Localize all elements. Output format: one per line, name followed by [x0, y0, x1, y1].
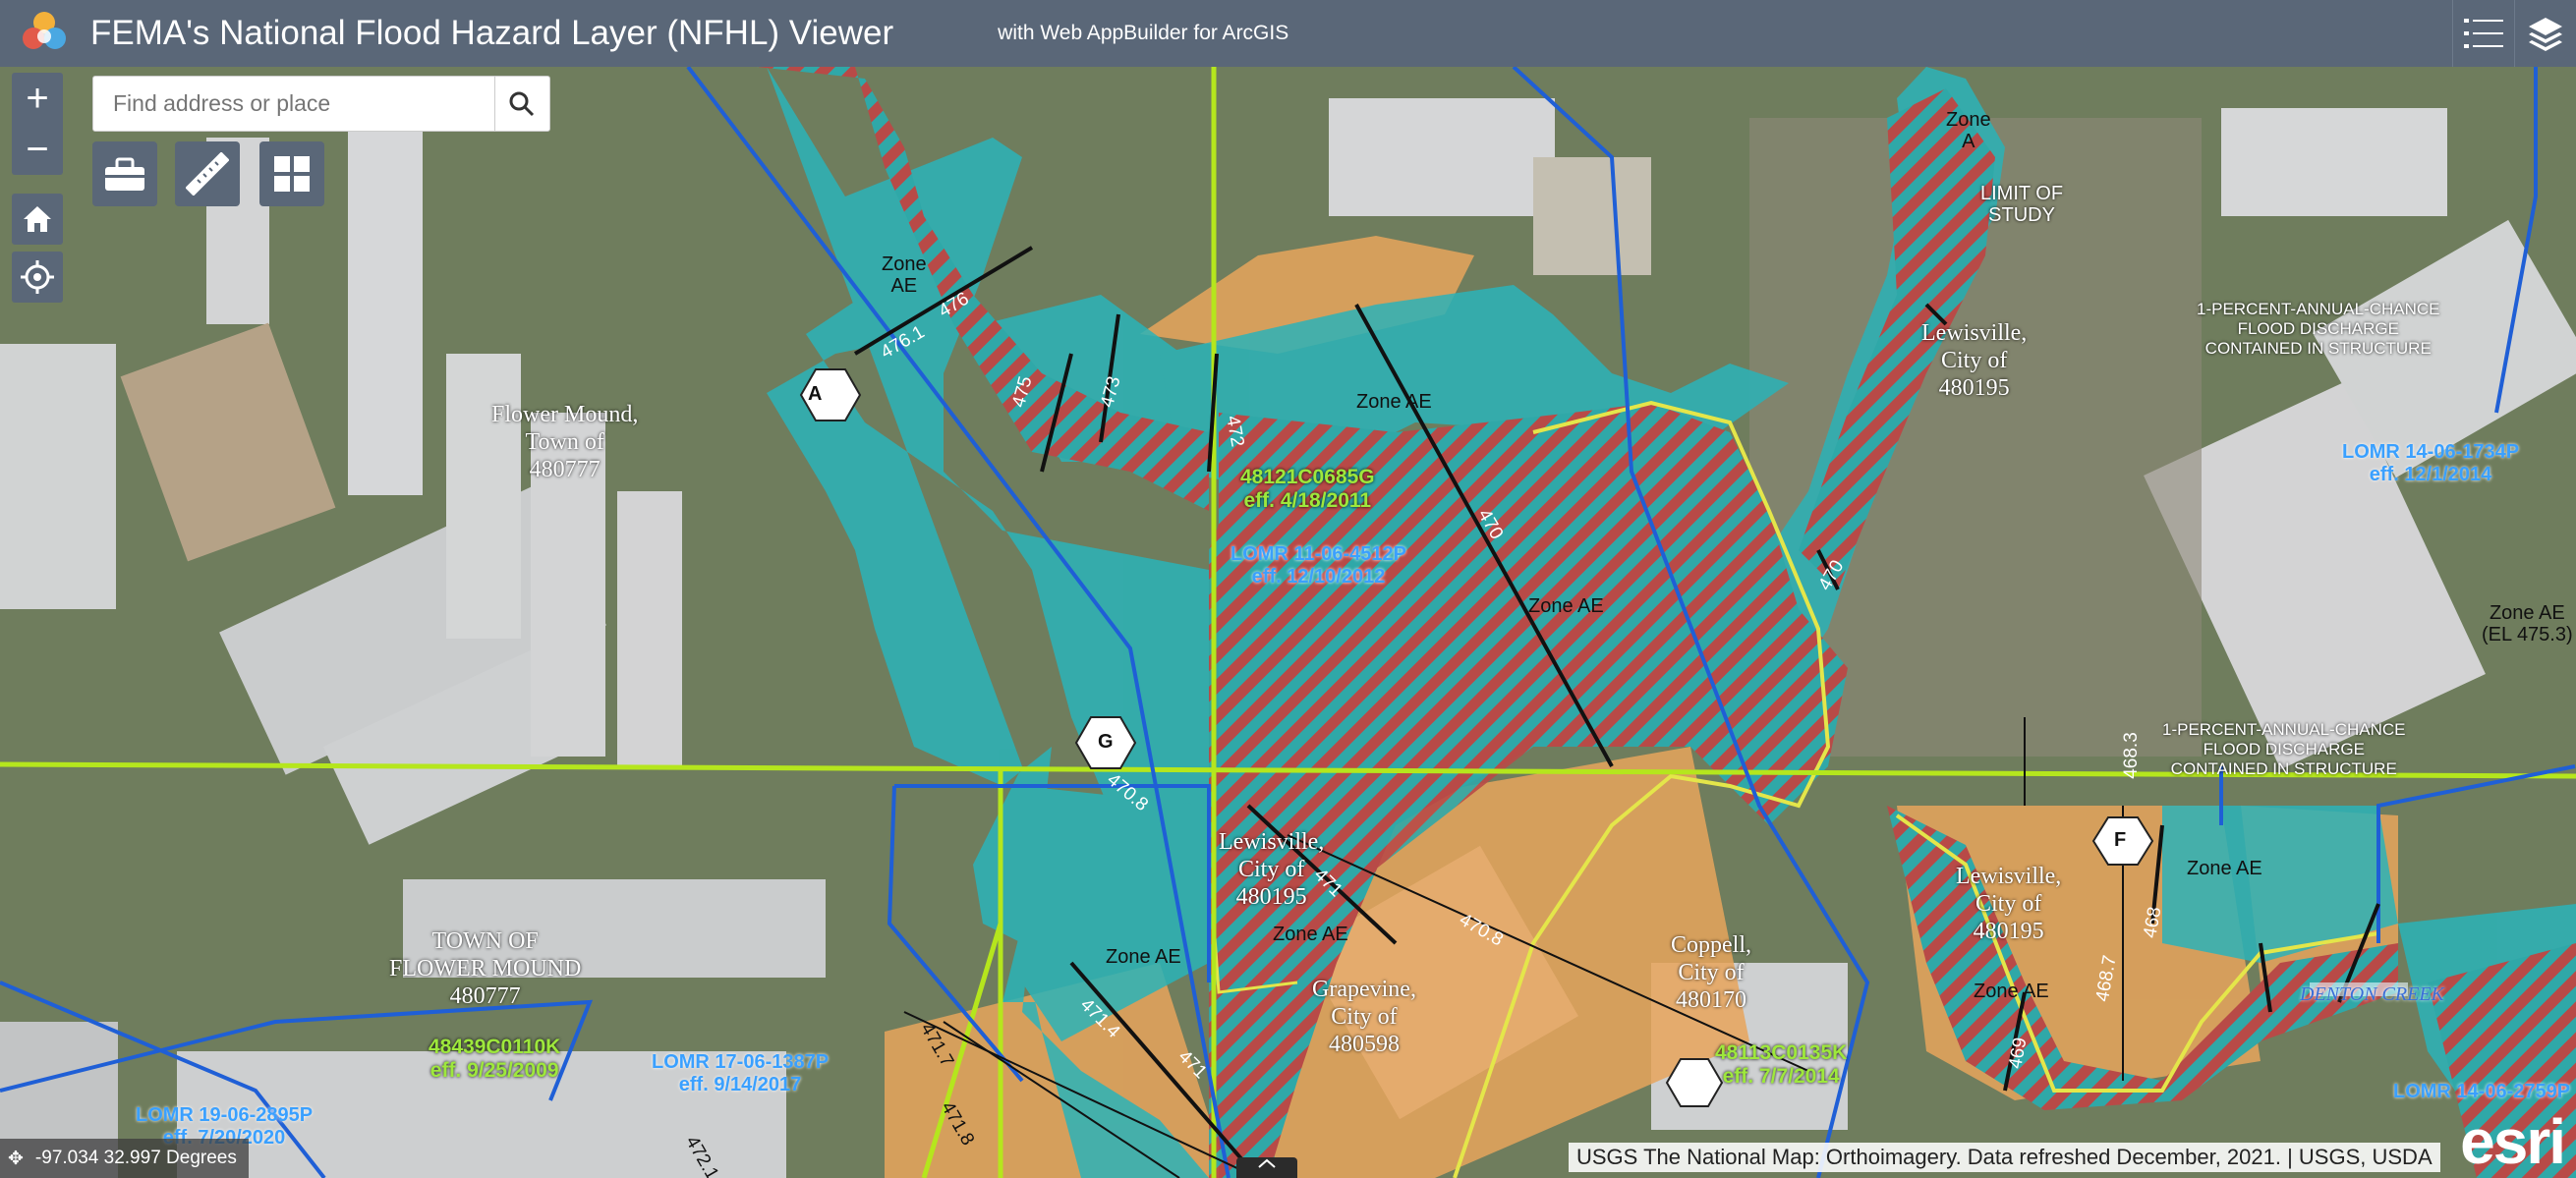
attribute-table-toggle[interactable] — [1236, 1157, 1297, 1178]
search-box — [92, 76, 550, 132]
map-view[interactable]: Flower Mound, Town of 480777 TOWN OF FLO… — [0, 67, 2576, 1178]
coordinate-readout[interactable]: ✥ -97.034 32.997 Degrees — [0, 1139, 249, 1178]
map-attribution: USGS The National Map: Orthoimagery. Dat… — [1569, 1143, 2440, 1172]
esri-logo: esri — [2460, 1106, 2566, 1177]
legend-list-icon[interactable] — [2452, 0, 2514, 67]
search-icon[interactable] — [493, 77, 549, 131]
crosshair-icon: ✥ — [8, 1148, 24, 1169]
app-title: FEMA's National Flood Hazard Layer (NFHL… — [90, 14, 894, 52]
grid-icon[interactable] — [259, 141, 324, 206]
app-header: FEMA's National Flood Hazard Layer (NFHL… — [0, 0, 2576, 67]
coordinate-text: -97.034 32.997 Degrees — [34, 1148, 237, 1168]
map-canvas[interactable] — [0, 67, 2576, 1178]
zoom-out-button[interactable]: − — [12, 124, 63, 175]
header-controls — [2452, 0, 2576, 67]
layers-icon[interactable] — [2514, 0, 2576, 67]
ruler-icon[interactable] — [175, 141, 240, 206]
locate-icon[interactable] — [12, 252, 63, 303]
app-logo-icon — [20, 9, 69, 58]
zoom-control: + − — [12, 73, 63, 175]
toolbox-icon[interactable] — [92, 141, 157, 206]
zoom-in-button[interactable]: + — [12, 73, 63, 124]
home-icon[interactable] — [12, 194, 63, 245]
search-input[interactable] — [93, 77, 494, 131]
app-subtitle: with Web AppBuilder for ArcGIS — [998, 22, 1289, 44]
chevron-up-icon — [1258, 1158, 1276, 1168]
